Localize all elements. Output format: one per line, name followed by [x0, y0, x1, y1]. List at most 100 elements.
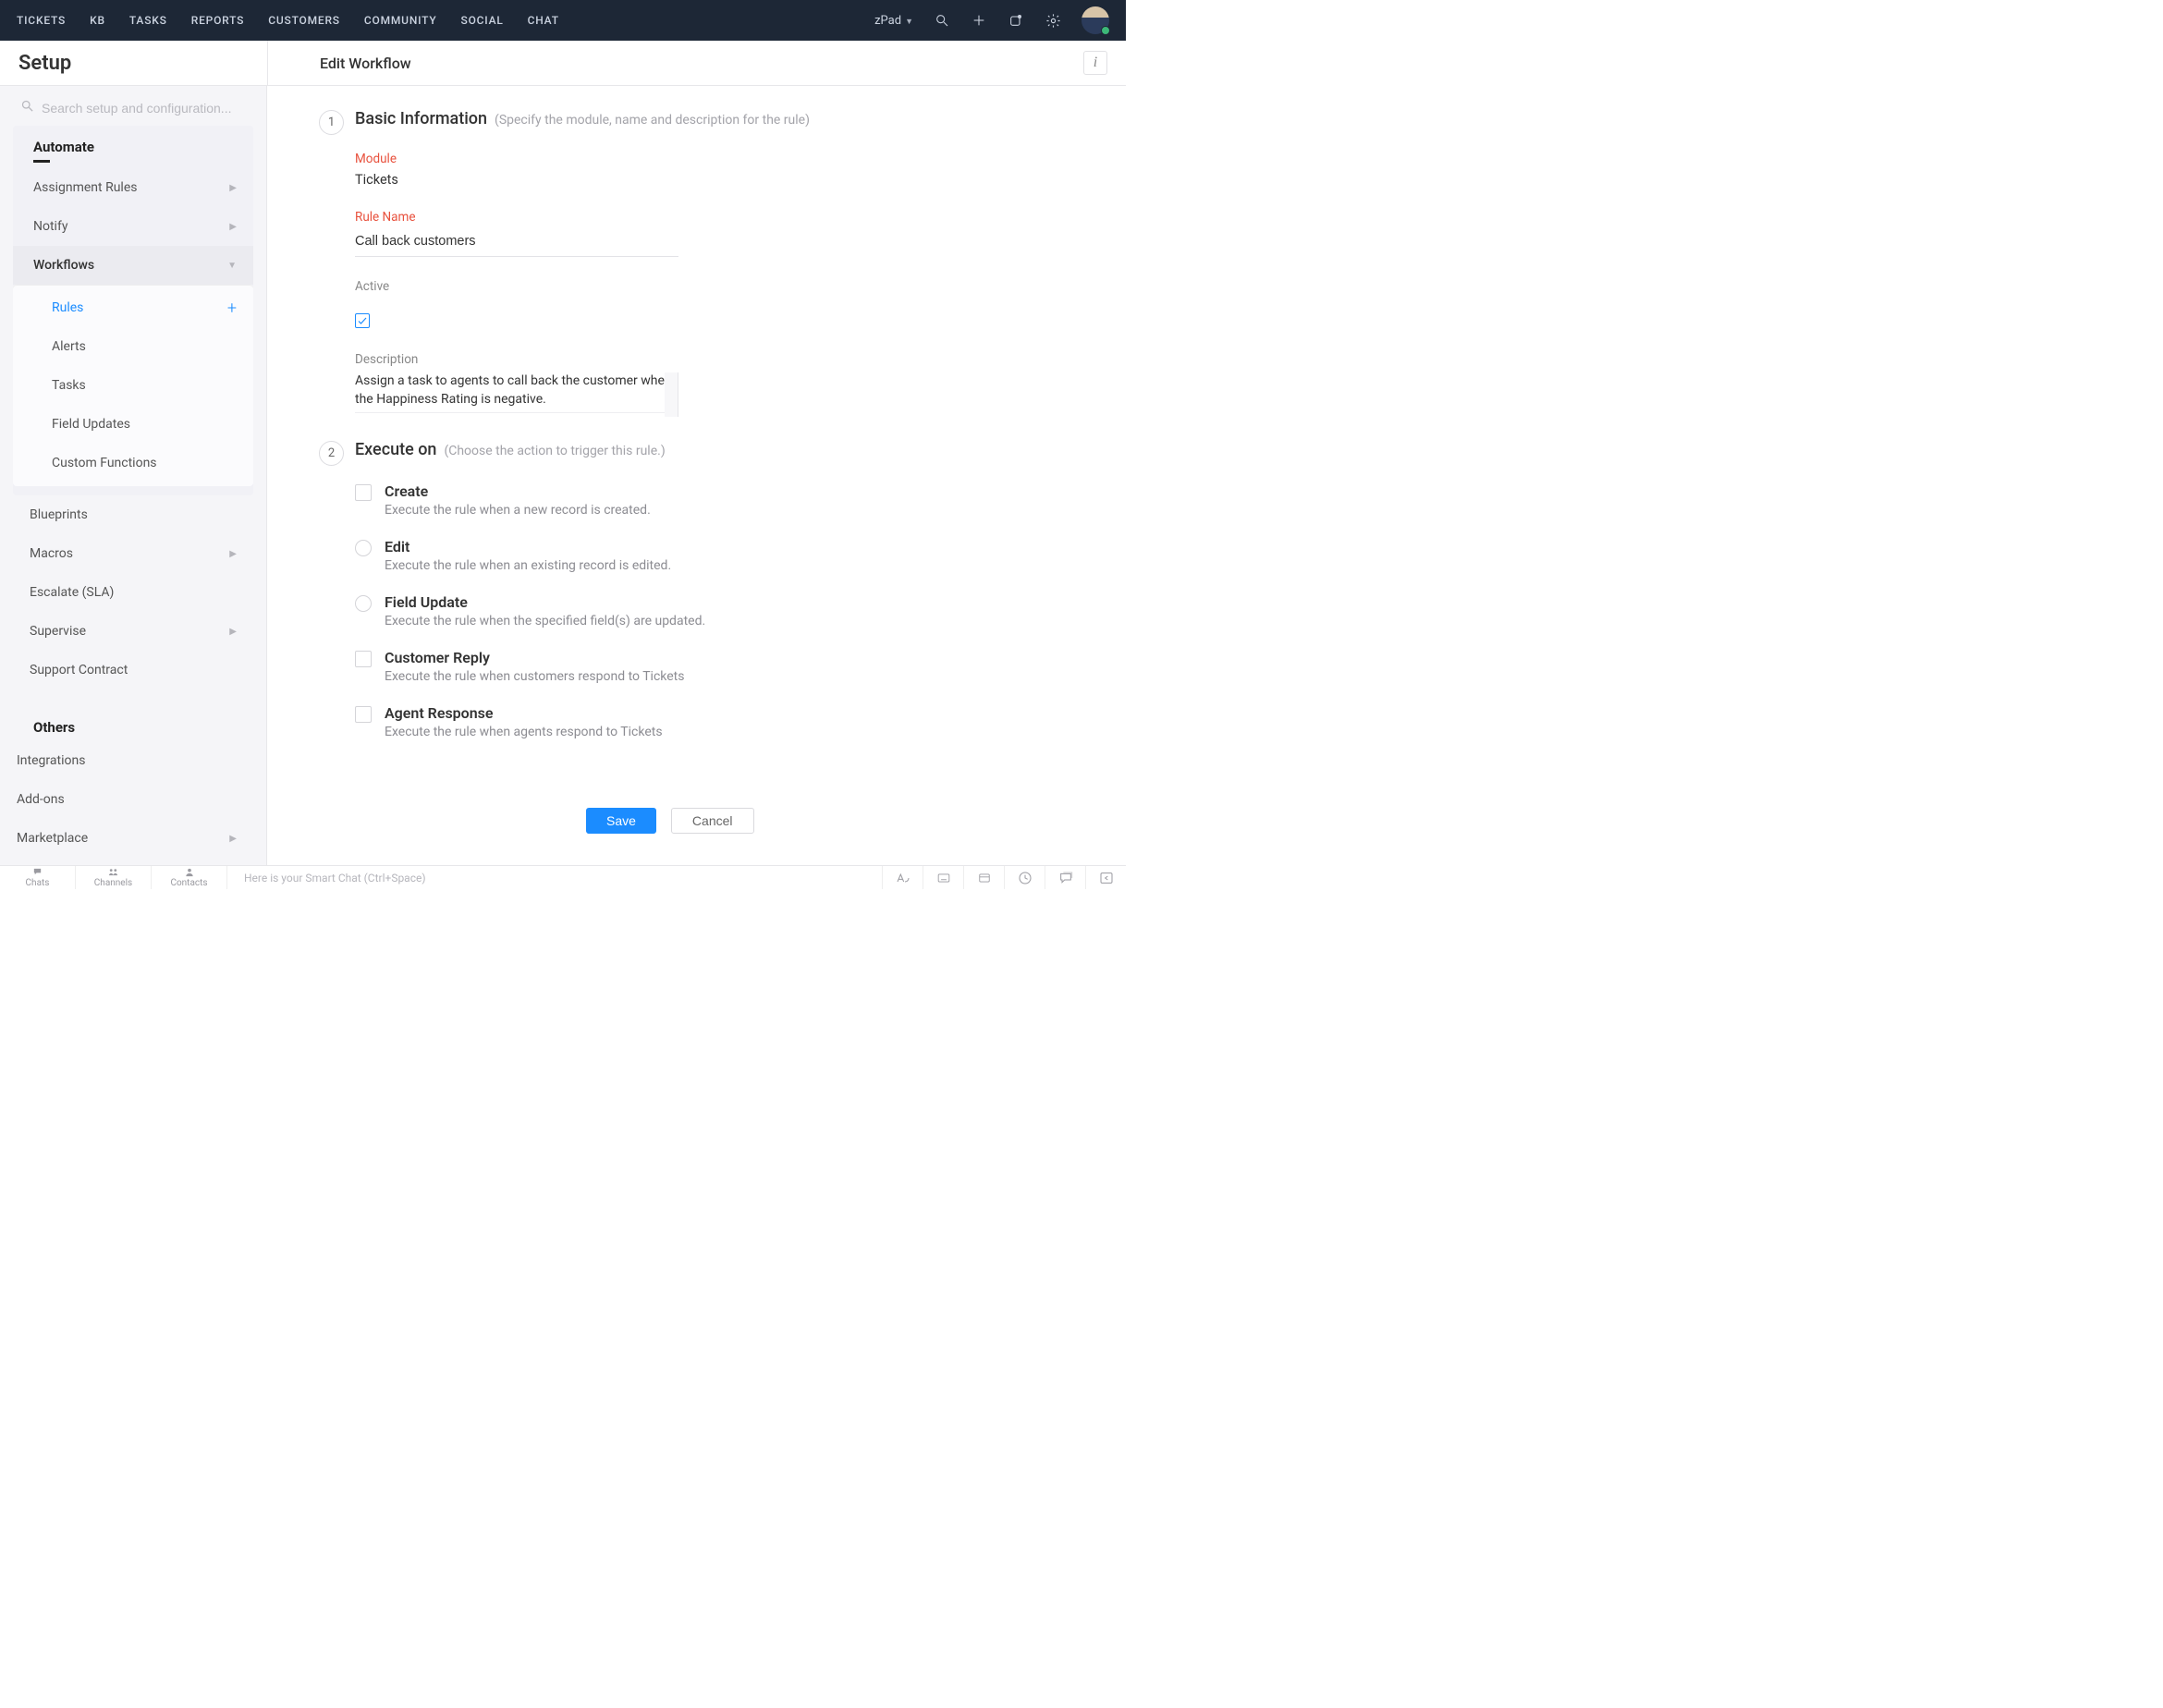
bb-chats[interactable]: Chats — [0, 866, 76, 889]
section-automate: Automate — [13, 126, 253, 168]
nav-kb[interactable]: KB — [90, 14, 105, 27]
card-icon[interactable] — [963, 866, 1004, 889]
sidebar-sub-custom-functions[interactable]: Custom Functions — [13, 444, 253, 482]
step-1-badge: 1 — [319, 110, 344, 135]
option-title: Customer Reply — [385, 649, 684, 666]
search-icon — [20, 99, 34, 116]
main-content: 1 Basic Information (Specify the module,… — [267, 86, 1126, 865]
chat-icon — [31, 867, 43, 877]
bb-channels[interactable]: Channels — [76, 866, 152, 889]
channels-icon — [106, 867, 120, 877]
active-label: Active — [355, 279, 1098, 294]
edit-radio[interactable] — [355, 540, 372, 556]
keyboard-icon[interactable] — [923, 866, 963, 889]
nav-reports[interactable]: REPORTS — [191, 14, 245, 27]
chevron-right-icon: ▶ — [229, 834, 237, 844]
rule-name-label: Rule Name — [355, 210, 1098, 225]
sidebar-sub-alerts[interactable]: Alerts — [13, 327, 253, 366]
section-others: Others — [13, 706, 253, 741]
clock-icon[interactable] — [1004, 866, 1045, 889]
option-title: Edit — [385, 538, 671, 555]
option-desc: Execute the rule when a new record is cr… — [385, 503, 651, 518]
sidebar-item-assignment[interactable]: Assignment Rules▶ — [13, 168, 253, 207]
execute-option-field-update[interactable]: Field Update Execute the rule when the s… — [355, 593, 1098, 628]
step-2-badge: 2 — [319, 441, 344, 466]
gear-icon[interactable] — [1045, 12, 1061, 29]
sidebar-item-escalate[interactable]: Escalate (SLA) — [13, 573, 253, 612]
option-title: Create — [385, 482, 651, 500]
top-nav: TICKETS KB TASKS REPORTS CUSTOMERS COMMU… — [0, 0, 1126, 41]
sidebar-item-blueprints[interactable]: Blueprints — [13, 495, 253, 534]
collapse-icon[interactable] — [1085, 866, 1126, 889]
sidebar-sub-field-updates[interactable]: Field Updates — [13, 405, 253, 444]
step-1-title: Basic Information — [355, 109, 487, 128]
avatar[interactable] — [1082, 6, 1109, 34]
option-title: Agent Response — [385, 704, 663, 722]
zia-icon[interactable] — [882, 866, 923, 889]
create-checkbox[interactable] — [355, 484, 372, 501]
nav-community[interactable]: COMMUNITY — [364, 14, 437, 27]
plus-icon[interactable] — [971, 12, 987, 29]
step-2-hint: (Choose the action to trigger this rule.… — [444, 444, 665, 458]
description-label: Description — [355, 352, 1098, 367]
execute-option-customer-reply[interactable]: Customer Reply Execute the rule when cus… — [355, 649, 1098, 684]
execute-option-agent-response[interactable]: Agent Response Execute the rule when age… — [355, 704, 1098, 739]
agent-response-checkbox[interactable] — [355, 706, 372, 723]
brand-dropdown[interactable]: zPad▼ — [874, 14, 913, 28]
sidebar-sub-tasks[interactable]: Tasks — [13, 366, 253, 405]
description-textarea[interactable] — [355, 372, 678, 413]
page-title: Setup — [0, 41, 267, 85]
option-desc: Execute the rule when customers respond … — [385, 669, 684, 684]
option-desc: Execute the rule when the specified fiel… — [385, 614, 705, 628]
module-value: Tickets — [355, 172, 1098, 188]
module-label: Module — [355, 152, 1098, 166]
field-update-radio[interactable] — [355, 595, 372, 612]
sidebar-item-workflows[interactable]: Workflows▼ — [13, 246, 253, 285]
info-button[interactable]: i — [1083, 51, 1107, 75]
nav-social[interactable]: SOCIAL — [461, 14, 504, 27]
notification-icon[interactable] — [1008, 12, 1024, 29]
page-header: Setup Edit Workflow i — [0, 41, 1126, 86]
page-subtitle: Edit Workflow — [320, 55, 411, 72]
step-2-title: Execute on — [355, 440, 436, 459]
chat-bubble-icon[interactable] — [1045, 866, 1085, 889]
save-button[interactable]: Save — [586, 808, 656, 834]
chevron-right-icon: ▶ — [229, 183, 237, 193]
add-rule-icon[interactable]: + — [227, 299, 237, 318]
step-1-hint: (Specify the module, name and descriptio… — [495, 113, 810, 128]
cancel-button[interactable]: Cancel — [671, 808, 754, 834]
sidebar-item-recycle[interactable]: Recycle Bin — [13, 858, 253, 865]
chevron-right-icon: ▶ — [229, 627, 237, 637]
sidebar-item-supervise[interactable]: Supervise▶ — [13, 612, 253, 651]
rule-name-input[interactable] — [355, 230, 678, 257]
resize-handle-icon — [668, 407, 678, 416]
search-icon[interactable] — [934, 12, 950, 29]
sidebar-item-marketplace[interactable]: Marketplace▶ — [13, 819, 253, 858]
execute-option-create[interactable]: Create Execute the rule when a new recor… — [355, 482, 1098, 518]
bb-contacts[interactable]: Contacts — [152, 866, 227, 889]
left-panel: Automate Assignment Rules▶ Notify▶ Workf… — [0, 86, 267, 865]
smart-chat-hint[interactable]: Here is your Smart Chat (Ctrl+Space) — [227, 872, 882, 884]
nav-tasks[interactable]: TASKS — [129, 14, 167, 27]
option-desc: Execute the rule when agents respond to … — [385, 725, 663, 739]
sidebar-item-addons[interactable]: Add-ons — [13, 780, 253, 819]
chevron-down-icon: ▼ — [227, 261, 237, 271]
nav-tickets[interactable]: TICKETS — [17, 14, 66, 27]
chevron-right-icon: ▶ — [229, 222, 237, 232]
sidebar-item-integrations[interactable]: Integrations — [13, 741, 253, 780]
sidebar-item-notify[interactable]: Notify▶ — [13, 207, 253, 246]
sidebar-item-macros[interactable]: Macros▶ — [13, 534, 253, 573]
active-checkbox[interactable] — [355, 313, 370, 328]
search-input[interactable] — [42, 101, 248, 116]
execute-option-edit[interactable]: Edit Execute the rule when an existing r… — [355, 538, 1098, 573]
chevron-right-icon: ▶ — [229, 549, 237, 559]
nav-chat[interactable]: CHAT — [528, 14, 559, 27]
bottom-bar: Chats Channels Contacts Here is your Sma… — [0, 865, 1126, 889]
contacts-icon — [184, 867, 195, 877]
sidebar-item-support-contract[interactable]: Support Contract — [13, 651, 253, 689]
option-title: Field Update — [385, 593, 705, 611]
nav-customers[interactable]: CUSTOMERS — [268, 14, 340, 27]
sidebar-sub-rules[interactable]: Rules+ — [13, 288, 253, 327]
option-desc: Execute the rule when an existing record… — [385, 558, 671, 573]
customer-reply-checkbox[interactable] — [355, 651, 372, 667]
